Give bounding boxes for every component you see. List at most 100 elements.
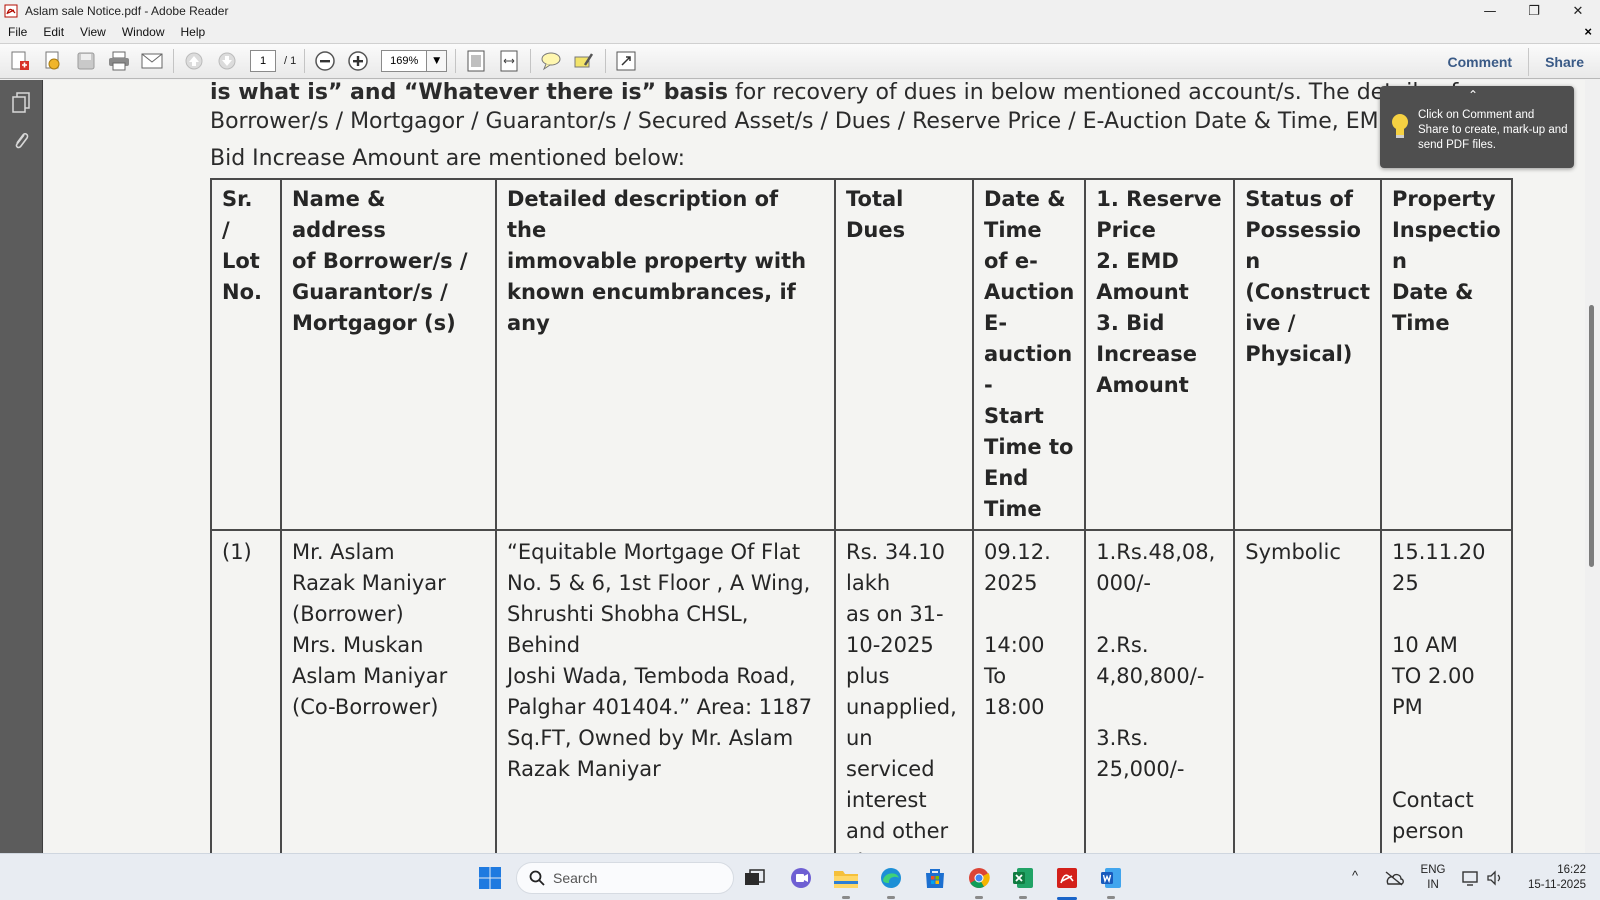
- create-pdf-icon[interactable]: [7, 48, 33, 74]
- toolbar-separator: [173, 49, 174, 73]
- header-description: Detailed description of the immovable pr…: [495, 178, 836, 531]
- minimize-button[interactable]: —: [1468, 0, 1512, 22]
- comment-pane-button[interactable]: Comment: [1432, 44, 1529, 80]
- clock-date: 15-11-2025: [1528, 879, 1586, 891]
- page-thumbnails-icon[interactable]: [6, 88, 36, 118]
- file-explorer-icon[interactable]: [829, 861, 863, 899]
- zoom-out-icon[interactable]: [312, 48, 338, 74]
- email-icon[interactable]: [139, 48, 165, 74]
- cell-description: “Equitable Mortgage Of Flat No. 5 & 6, 1…: [495, 529, 836, 853]
- full-screen-icon[interactable]: [613, 48, 639, 74]
- header-total-dues: Total Dues: [834, 178, 974, 531]
- menu-file[interactable]: File: [0, 25, 35, 39]
- header-possession-status: Status of Possessio n (Construct ive / P…: [1233, 178, 1382, 531]
- menu-edit[interactable]: Edit: [35, 25, 72, 39]
- header-inspection: Property Inspectio n Date & Time: [1379, 178, 1513, 531]
- title-bar: Aslam sale Notice.pdf - Adobe Reader — ❐…: [0, 0, 1600, 22]
- intro-rest-text: for recovery of dues in below mentioned …: [728, 80, 1459, 105]
- close-document-button[interactable]: ×: [1584, 24, 1592, 39]
- tooltip-text: Click on Comment and Share to create, ma…: [1418, 109, 1568, 151]
- clock-time: 16:22: [1557, 864, 1586, 876]
- cell-possession-status: Symbolic: [1233, 529, 1382, 853]
- page-total: / 1: [284, 55, 297, 67]
- zoom-in-icon[interactable]: [345, 48, 371, 74]
- next-page-icon[interactable]: [214, 48, 240, 74]
- comment-note-icon[interactable]: [538, 48, 564, 74]
- cell-borrower: Mr. Aslam Razak Maniyar (Borrower) Mrs. …: [280, 529, 497, 853]
- share-pane-button[interactable]: Share: [1529, 44, 1600, 80]
- menu-bar: File Edit View Window Help ×: [0, 22, 1600, 42]
- maximize-button[interactable]: ❐: [1512, 0, 1556, 22]
- tooltip-collapse-button[interactable]: ⌃: [1468, 88, 1478, 102]
- search-icon: [529, 870, 545, 886]
- auction-details-table: Sr. / Lot No. Name & address of Borrower…: [210, 178, 1513, 853]
- cell-total-dues: Rs. 34.10 lakh as on 31- 10-2025 plus un…: [834, 529, 974, 853]
- menu-view[interactable]: View: [72, 25, 114, 39]
- teams-chat-icon[interactable]: [784, 861, 818, 895]
- cell-auction-time: 09.12. 2025 14:00 To 18:00: [971, 529, 1087, 853]
- lightbulb-icon: [1390, 112, 1410, 144]
- document-view[interactable]: is what is” and “Whatever there is” basi…: [44, 80, 1585, 853]
- open-file-icon[interactable]: [40, 48, 66, 74]
- running-indicator: [975, 896, 983, 899]
- edge-browser-icon[interactable]: [874, 861, 908, 899]
- attachments-icon[interactable]: [6, 126, 36, 156]
- task-view-icon[interactable]: [738, 861, 772, 895]
- language-indicator[interactable]: ENG IN: [1418, 863, 1448, 893]
- main-toolbar: 1 / 1 169% ▼ Comment Share: [0, 43, 1600, 79]
- toolbar-separator: [304, 49, 306, 73]
- close-window-button[interactable]: ✕: [1556, 0, 1600, 22]
- cell-reserve-price: 1.Rs.48,08, 000/- 2.Rs. 4,80,800/- 3.Rs.…: [1084, 529, 1236, 853]
- header-reserve-price: 1. Reserve Price 2. EMD Amount 3. Bid In…: [1084, 178, 1236, 531]
- fit-page-icon[interactable]: [463, 48, 489, 74]
- cell-sr: (1): [210, 529, 282, 853]
- chrome-browser-icon[interactable]: [962, 861, 996, 899]
- running-indicator: [1107, 896, 1115, 899]
- adobe-reader-icon: [3, 3, 19, 19]
- microsoft-store-icon[interactable]: [918, 861, 952, 895]
- running-indicator: [1019, 896, 1027, 899]
- zoom-dropdown-button[interactable]: ▼: [427, 50, 448, 72]
- header-borrower: Name & address of Borrower/s / Guarantor…: [280, 178, 497, 531]
- zoom-level-input[interactable]: 169%: [381, 50, 428, 72]
- volume-icon[interactable]: [1478, 861, 1512, 895]
- region-code: IN: [1427, 879, 1439, 891]
- navigation-pane: [0, 80, 43, 853]
- show-hidden-icons-button[interactable]: ^: [1352, 868, 1358, 883]
- word-icon[interactable]: [1094, 861, 1128, 899]
- cell-inspection: 15.11.20 25 10 AM TO 2.00 PM Contact per…: [1379, 529, 1513, 853]
- taskbar: Search ^ ENG IN 16:22 15-11-2025: [0, 853, 1600, 900]
- vertical-scrollbar[interactable]: [1585, 80, 1600, 853]
- adobe-reader-taskbar-icon[interactable]: [1050, 861, 1084, 900]
- intro-line-3: Bid Increase Amount are mentioned below:: [210, 146, 686, 171]
- taskbar-search[interactable]: Search: [516, 862, 734, 894]
- print-icon[interactable]: [106, 48, 132, 74]
- previous-page-icon[interactable]: [181, 48, 207, 74]
- toolbar-separator: [455, 49, 457, 73]
- clock[interactable]: 16:22 15-11-2025: [1516, 863, 1586, 893]
- page-number-input[interactable]: 1: [250, 50, 276, 72]
- search-placeholder: Search: [553, 870, 598, 886]
- start-button[interactable]: [473, 861, 507, 895]
- table-header-row: Sr. / Lot No. Name & address of Borrower…: [210, 178, 1513, 531]
- save-icon[interactable]: [73, 48, 99, 74]
- running-indicator: [842, 896, 850, 899]
- intro-line-1: is what is” and “Whatever there is” basi…: [210, 80, 1458, 105]
- toolbar-separator: [530, 49, 532, 73]
- excel-icon[interactable]: [1006, 861, 1040, 899]
- intro-line-2: Borrower/s / Mortgagor / Guarantor/s / S…: [210, 109, 1444, 134]
- table-row: (1) Mr. Aslam Razak Maniyar (Borrower) M…: [210, 529, 1513, 853]
- scrollbar-thumb[interactable]: [1589, 305, 1594, 567]
- intro-bold-text: is what is” and “Whatever there is” basi…: [210, 80, 729, 105]
- header-sr-lot: Sr. / Lot No.: [210, 178, 282, 531]
- header-auction-time: Date & Time of e- Auction E- auction - S…: [971, 178, 1087, 531]
- menu-window[interactable]: Window: [114, 25, 173, 39]
- fit-width-icon[interactable]: [496, 48, 522, 74]
- onedrive-icon[interactable]: [1377, 861, 1411, 895]
- window-title: Aslam sale Notice.pdf - Adobe Reader: [25, 4, 229, 18]
- running-indicator: [887, 896, 895, 899]
- highlight-icon[interactable]: [571, 48, 597, 74]
- toolbar-separator: [605, 49, 607, 73]
- menu-help[interactable]: Help: [173, 25, 214, 39]
- comment-share-tooltip: ⌃ Click on Comment and Share to create, …: [1380, 86, 1574, 168]
